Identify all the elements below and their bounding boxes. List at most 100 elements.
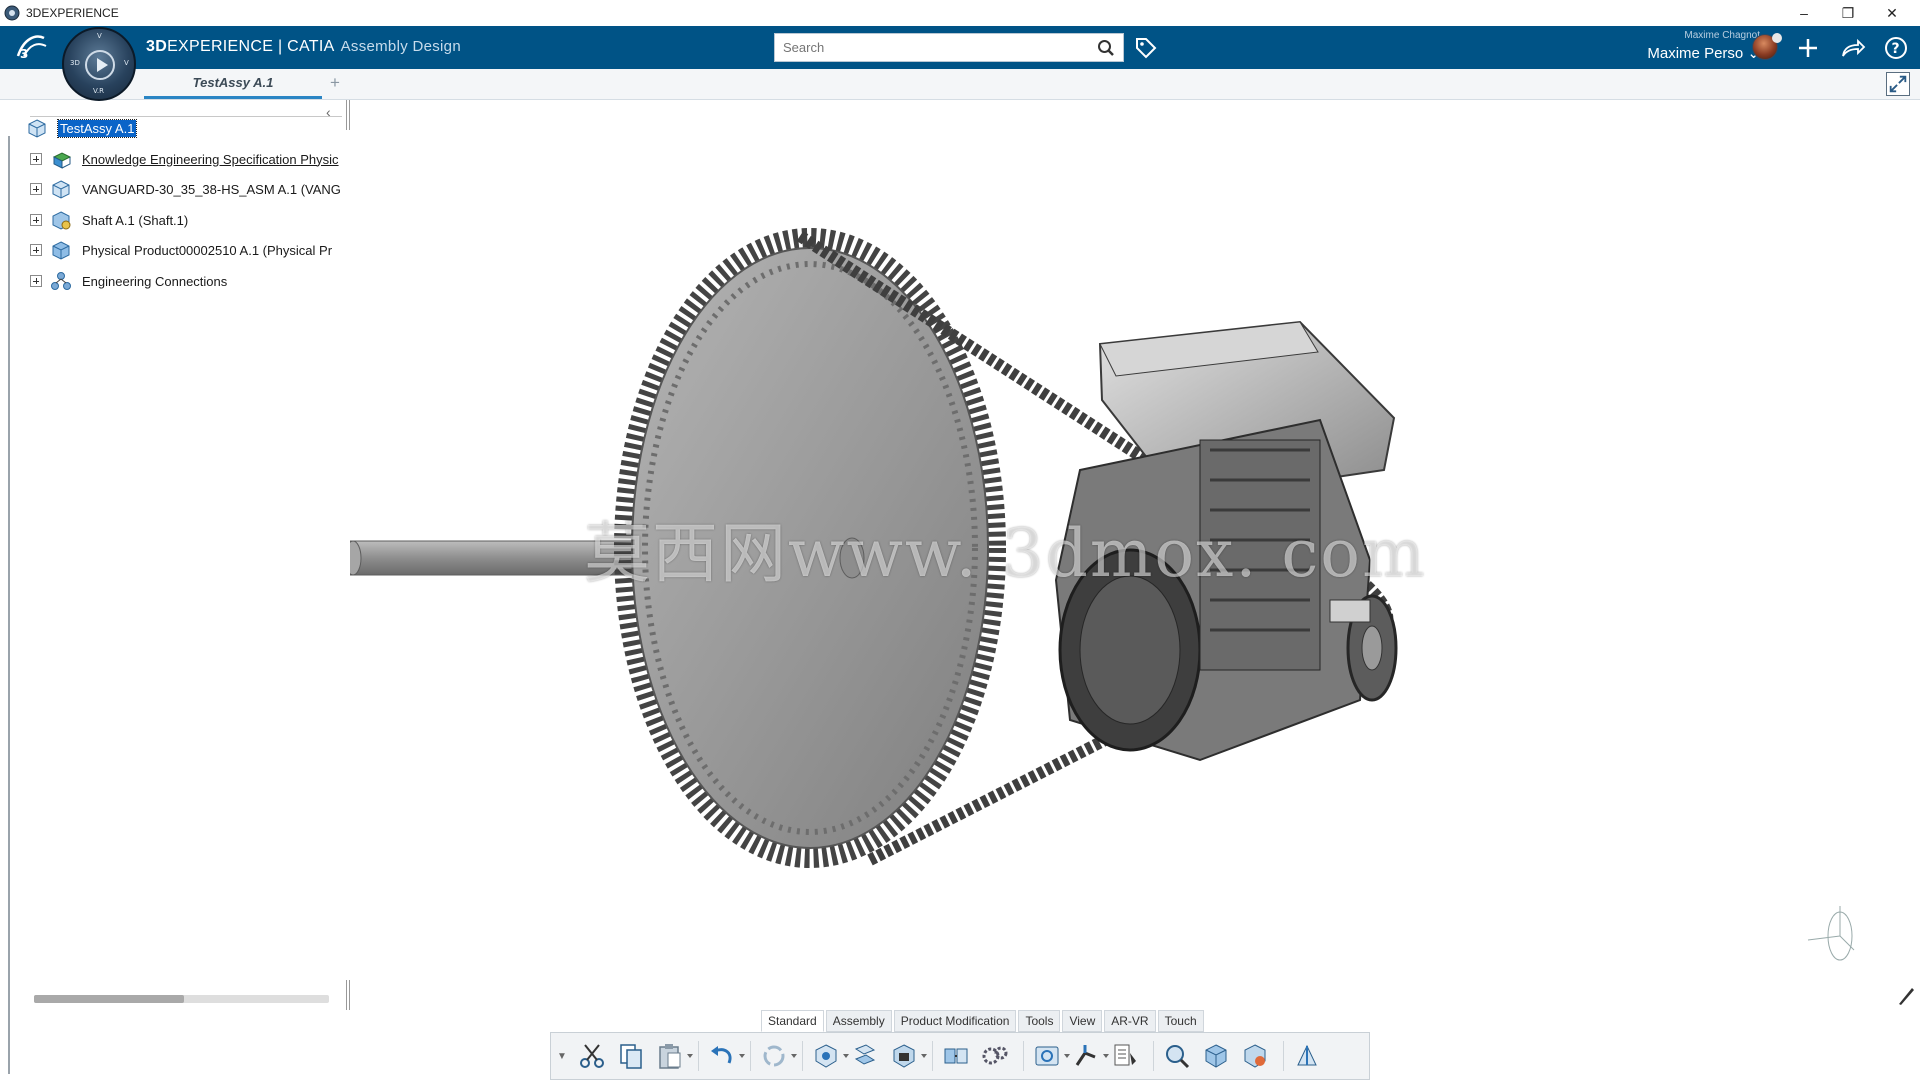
explode-icon[interactable] <box>848 1039 882 1073</box>
compass-label-right: V <box>124 59 129 67</box>
product-icon <box>52 241 70 260</box>
compass-label-bottom: V.R <box>93 87 104 95</box>
tab-assembly[interactable]: Assembly <box>825 1010 892 1032</box>
measure-icon[interactable] <box>1030 1039 1070 1073</box>
3d-viewport[interactable] <box>350 100 1920 1010</box>
expand-icon[interactable] <box>30 244 42 256</box>
tree-node-shaft[interactable]: Shaft A.1 (Shaft.1) <box>30 208 188 232</box>
maximize-icon[interactable] <box>1886 72 1910 96</box>
tree-node-label: Shaft A.1 (Shaft.1) <box>82 212 189 228</box>
zoom-fit-icon[interactable] <box>1160 1039 1194 1073</box>
search-input[interactable] <box>775 34 1085 61</box>
toolbar-separator <box>698 1041 699 1071</box>
close-icon[interactable]: ✕ <box>1870 0 1914 26</box>
toolbar-separator <box>1023 1041 1024 1071</box>
expand-icon[interactable] <box>30 183 42 195</box>
engine-assembly[interactable] <box>1054 320 1398 762</box>
tree-root-label[interactable]: TestAssy A.1 <box>56 118 138 138</box>
toolbar-separator <box>1153 1041 1154 1071</box>
tab-standard[interactable]: Standard <box>761 1010 824 1032</box>
notification-dot <box>1772 33 1782 43</box>
tab-ar-vr[interactable]: AR-VR <box>1104 1010 1156 1032</box>
tree-node-label: Knowledge Engineering Specification Phys… <box>82 151 339 167</box>
expand-icon[interactable] <box>30 275 42 287</box>
expand-icon[interactable] <box>30 153 42 165</box>
user-name: Maxime Perso <box>1647 45 1744 62</box>
tree-node-vanguard[interactable]: VANGUARD-30_35_38-HS_ASM A.1 (VANG <box>30 177 341 201</box>
window-titlebar: 3DEXPERIENCE – ❐ ✕ <box>0 0 1920 26</box>
connections-icon <box>51 272 71 290</box>
tab-touch[interactable]: Touch <box>1157 1010 1204 1032</box>
tree-node-physical-product[interactable]: Physical Product00002510 A.1 (Physical P… <box>30 238 332 262</box>
restore-icon[interactable]: ❐ <box>1826 0 1870 26</box>
specification-tree: ‹ TestAssy A.1 Knowledge Engineering Spe… <box>0 100 350 1074</box>
app-name: Assembly Design <box>340 38 461 55</box>
brush-icon[interactable] <box>1896 986 1916 1006</box>
engineering-connection-icon[interactable] <box>939 1039 973 1073</box>
tree-node-connections[interactable]: Engineering Connections <box>30 269 227 293</box>
compass-widget[interactable]: V 3D V V.R <box>62 27 136 101</box>
render-icon[interactable] <box>1290 1039 1324 1073</box>
action-bar: ▼ <box>550 1032 1370 1080</box>
snapshot-icon[interactable] <box>1199 1039 1233 1073</box>
chevron-down-icon[interactable]: ▼ <box>557 1051 571 1062</box>
brand-catia: EXPERIENCE | CATIA <box>167 38 335 55</box>
tree-node-label: Engineering Connections <box>82 273 228 289</box>
tree-hscroll-thumb[interactable] <box>34 995 184 1003</box>
tree-node-kes[interactable]: Knowledge Engineering Specification Phys… <box>30 147 339 171</box>
product-icon <box>52 180 70 199</box>
search-icon[interactable] <box>1097 39 1115 57</box>
toolbar-separator <box>932 1041 933 1071</box>
cut-icon[interactable] <box>575 1039 609 1073</box>
expand-icon[interactable] <box>30 214 42 226</box>
axis-compass-icon[interactable] <box>1800 900 1870 970</box>
update-icon[interactable] <box>757 1039 797 1073</box>
copy-icon[interactable] <box>614 1039 648 1073</box>
user-menu[interactable]: Maxime Perso ⌄ <box>1600 44 1760 62</box>
svg-text:?: ? <box>1892 41 1900 57</box>
insert-product-icon[interactable] <box>809 1039 849 1073</box>
tab-testassy[interactable]: TestAssy A.1 <box>144 69 322 99</box>
tree-collapse-icon[interactable]: ‹ <box>326 104 331 120</box>
avatar[interactable] <box>1752 33 1782 60</box>
properties-icon[interactable] <box>1108 1039 1142 1073</box>
help-icon[interactable]: ? <box>1882 34 1910 62</box>
toolbar-separator <box>802 1041 803 1071</box>
user-fullname: Maxime Chagnot <box>1684 30 1760 41</box>
action-bar-tabs: Standard Assembly Product Modification T… <box>761 1010 1204 1032</box>
tab-product-modification[interactable]: Product Modification <box>893 1010 1017 1032</box>
part-icon <box>52 211 71 230</box>
kes-icon <box>52 152 72 169</box>
add-icon[interactable] <box>1794 34 1822 62</box>
compass-label-top: V <box>97 32 102 40</box>
robot-icon[interactable] <box>1069 1039 1109 1073</box>
tree-node-label: Physical Product00002510 A.1 (Physical P… <box>82 242 333 258</box>
play-icon[interactable] <box>85 50 115 80</box>
large-sprocket-part[interactable] <box>614 228 1006 868</box>
dassault-logo-icon[interactable]: 3 <box>14 32 50 62</box>
toolbar-separator <box>1283 1041 1284 1071</box>
tree-scrollbar[interactable] <box>8 136 10 1074</box>
fix-icon[interactable] <box>887 1039 927 1073</box>
app-compass-icon <box>4 5 20 21</box>
undo-icon[interactable] <box>705 1039 745 1073</box>
brand-3d: 3D <box>146 38 168 55</box>
svg-text:3: 3 <box>20 47 28 61</box>
paste-icon[interactable] <box>653 1039 693 1073</box>
tab-tools[interactable]: Tools <box>1018 1010 1061 1032</box>
publish-icon[interactable] <box>1238 1039 1272 1073</box>
brand-title: 3DEXPERIENCE | CATIA Assembly Design <box>146 38 461 56</box>
tag-icon[interactable] <box>1134 36 1158 60</box>
app-header: 3 3DEXPERIENCE | CATIA Assembly Design Ma… <box>0 26 1920 69</box>
minimize-icon[interactable]: – <box>1782 0 1826 26</box>
tab-bar: TestAssy A.1 + <box>0 69 1920 100</box>
tree-root[interactable]: TestAssy A.1 <box>26 116 138 140</box>
window-title: 3DEXPERIENCE <box>26 6 119 20</box>
tab-view[interactable]: View <box>1062 1010 1103 1032</box>
search-box[interactable] <box>774 33 1124 62</box>
add-tab-button[interactable]: + <box>330 73 340 93</box>
share-icon[interactable] <box>1838 34 1866 62</box>
toolbar-separator <box>750 1041 751 1071</box>
product-icon <box>28 119 46 138</box>
gear-icon[interactable] <box>978 1039 1012 1073</box>
